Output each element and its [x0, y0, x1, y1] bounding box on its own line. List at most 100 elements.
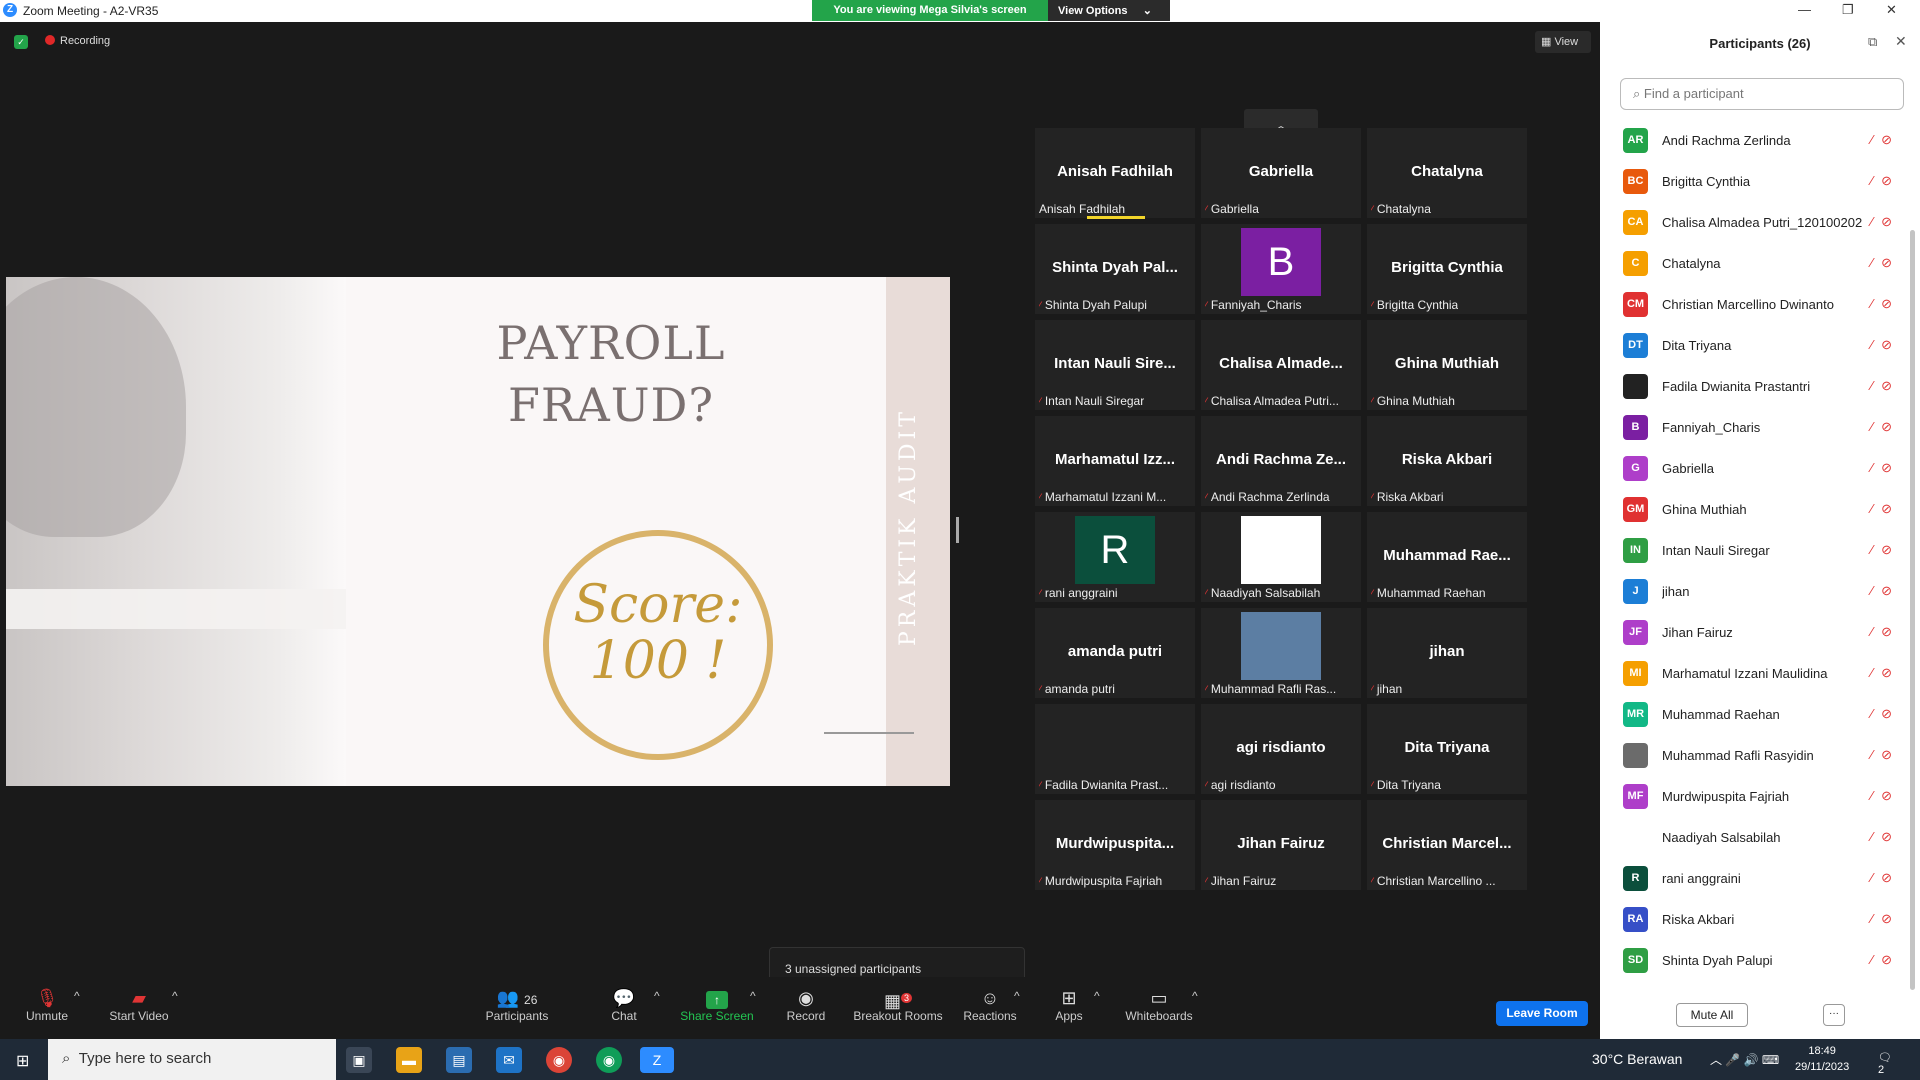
participant-row[interactable]: AR Andi Rachma Zerlinda ⁄⊘ [1600, 120, 1910, 161]
recording-indicator[interactable]: Recording [45, 35, 110, 47]
video-tile[interactable]: jihan ⁄ jihan [1367, 608, 1527, 698]
splitter-handle[interactable] [956, 517, 959, 543]
more-options-button[interactable]: ··· [1823, 1004, 1845, 1026]
video-tile[interactable]: B ⁄ Fanniyah_Charis [1201, 224, 1361, 314]
unmute-button[interactable]: 🎙 Unmute [22, 987, 72, 1023]
participant-name: Riska Akbari [1662, 912, 1735, 927]
video-tile[interactable]: Chalisa Almade... ⁄ Chalisa Almadea Putri.… [1201, 320, 1361, 410]
participant-row[interactable]: IN Intan Nauli Siregar ⁄⊘ [1600, 530, 1910, 571]
chrome-profile-icon[interactable]: ◉ [596, 1047, 622, 1073]
video-tile[interactable]: ⁄ Fadila Dwianita Prast... [1035, 704, 1195, 794]
task-view-icon[interactable]: ▣ [346, 1047, 372, 1073]
encryption-shield-icon[interactable]: ✓ [14, 35, 28, 49]
reactions-options-caret[interactable]: ^ [1014, 989, 1020, 1003]
record-button[interactable]: ◉ Record [784, 987, 828, 1023]
participant-row[interactable]: SD Shinta Dyah Palupi ⁄⊘ [1600, 940, 1910, 981]
zoom-app-icon[interactable]: Z [640, 1047, 674, 1073]
tile-name-label: ⁄ Intan Nauli Siregar [1039, 394, 1144, 408]
participant-row[interactable]: Rrani anggraini ⁄⊘ [1600, 858, 1910, 899]
apps-label: Apps [1055, 1009, 1083, 1023]
leave-room-button[interactable]: Leave Room [1496, 1001, 1588, 1026]
minimize-button[interactable]: — [1798, 2, 1811, 17]
video-tile[interactable]: ⁄ Naadiyah Salsabilah [1201, 512, 1361, 602]
tile-name-label: ⁄ Ghina Muthiah [1371, 394, 1455, 408]
video-tile[interactable]: Anisah Fadhilah Anisah Fadhilah [1035, 128, 1195, 219]
chat-options-caret[interactable]: ^ [654, 989, 660, 1003]
video-tile[interactable]: R ⁄ rani anggraini [1035, 512, 1195, 602]
video-tile[interactable]: ⁄ Muhammad Rafli Ras... [1201, 608, 1361, 698]
whiteboards-button[interactable]: ▭ Whiteboards [1124, 987, 1194, 1023]
apps-button[interactable]: ⊞ Apps [1052, 987, 1086, 1023]
video-tile[interactable]: Andi Rachma Ze... ⁄ Andi Rachma Zerlinda [1201, 416, 1361, 506]
muted-status-icon: ⁄⊘ [1870, 173, 1900, 188]
video-tile[interactable]: amanda putri ⁄ amanda putri [1035, 608, 1195, 698]
mute-all-button[interactable]: Mute All [1676, 1003, 1748, 1027]
participant-avatar: AR [1623, 128, 1648, 153]
participant-row[interactable]: GM Ghina Muthiah ⁄⊘ [1600, 489, 1910, 530]
start-video-button[interactable]: ▰ Start Video [104, 987, 174, 1023]
video-options-caret[interactable]: ^ [172, 989, 178, 1003]
participant-row[interactable]: BC Brigitta Cynthia ⁄⊘ [1600, 161, 1910, 202]
view-options-button[interactable]: View Options ⌄ [1048, 0, 1170, 21]
video-tile[interactable]: agi risdianto ⁄ agi risdianto [1201, 704, 1361, 794]
close-window-button[interactable]: ✕ [1886, 2, 1897, 18]
share-screen-button[interactable]: ↑ Share Screen [680, 987, 754, 1023]
video-tile[interactable]: Shinta Dyah Pal... ⁄ Shinta Dyah Palupi [1035, 224, 1195, 314]
video-tile[interactable]: Brigitta Cynthia ⁄ Brigitta Cynthia [1367, 224, 1527, 314]
participant-row[interactable]: CM Christian Marcellino Dwinanto ⁄⊘ [1600, 284, 1910, 325]
video-tile[interactable]: Intan Nauli Sire... ⁄ Intan Nauli Siregar [1035, 320, 1195, 410]
muted-status-icon: ⁄⊘ [1870, 665, 1900, 680]
participant-row[interactable]: MF Murdwipuspita Fajriah ⁄⊘ [1600, 776, 1910, 817]
video-tile[interactable]: Murdwipuspita... ⁄ Murdwipuspita Fajriah [1035, 800, 1195, 890]
participant-row[interactable]: JF Jihan Fairuz ⁄⊘ [1600, 612, 1910, 653]
participant-row[interactable]: MR Muhammad Raehan ⁄⊘ [1600, 694, 1910, 735]
participant-row[interactable]: Jjihan ⁄⊘ [1600, 571, 1910, 612]
tile-name-label: ⁄ Muhammad Raehan [1371, 586, 1486, 600]
reactions-button[interactable]: ☺ Reactions [962, 987, 1018, 1023]
file-explorer-icon[interactable]: ▬ [396, 1047, 422, 1073]
tray-icons[interactable]: ︿ 🎤 🔊 ⌨ [1710, 1051, 1779, 1068]
video-tile[interactable]: Christian Marcel... ⁄ Christian Marcellino… [1367, 800, 1527, 890]
participant-row[interactable]: Muhammad Rafli Rasyidin ⁄⊘ [1600, 735, 1910, 776]
video-tile[interactable]: Marhamatul Izz... ⁄ Marhamatul Izzani M... [1035, 416, 1195, 506]
close-icon[interactable]: ✕ [1895, 33, 1907, 50]
video-tile[interactable]: Dita Triyana ⁄ Dita Triyana [1367, 704, 1527, 794]
chat-button[interactable]: 💬 Chat [604, 987, 644, 1023]
video-tile[interactable]: Muhammad Rae... ⁄ Muhammad Raehan [1367, 512, 1527, 602]
tile-display-name: Riska Akbari [1401, 451, 1493, 468]
taskbar-clock[interactable]: 18:49 29/11/2023 [1795, 1043, 1849, 1075]
participant-list-scrollbar[interactable] [1910, 230, 1915, 990]
windows-start-icon[interactable]: ⊞ [16, 1051, 29, 1071]
weather-widget[interactable]: 30°C Berawan [1592, 1051, 1682, 1067]
unmute-label: Unmute [25, 1009, 69, 1023]
video-tile[interactable]: Ghina Muthiah ⁄ Ghina Muthiah [1367, 320, 1527, 410]
chrome-icon[interactable]: ◉ [546, 1047, 572, 1073]
participants-button[interactable]: 👥 26 Participants [482, 987, 552, 1023]
participant-row[interactable]: Fadila Dwianita Prastantri ⁄⊘ [1600, 366, 1910, 407]
participant-row[interactable]: G Gabriella ⁄⊘ [1600, 448, 1910, 489]
store-icon[interactable]: ▤ [446, 1047, 472, 1073]
participant-row[interactable]: DT Dita Triyana ⁄⊘ [1600, 325, 1910, 366]
participant-row[interactable]: Naadiyah Salsabilah ⁄⊘ [1600, 817, 1910, 858]
breakout-rooms-button[interactable]: ▦ 3 Breakout Rooms [852, 987, 944, 1023]
participant-row[interactable]: RA Riska Akbari ⁄⊘ [1600, 899, 1910, 940]
video-tile[interactable]: Jihan Fairuz ⁄ Jihan Fairuz [1201, 800, 1361, 890]
participant-row[interactable]: CA Chalisa Almadea Putri_1201002028 ⁄⊘ [1600, 202, 1910, 243]
participant-search-input[interactable]: ⌕ Find a participant [1620, 78, 1904, 110]
taskbar-search-box[interactable]: ⌕ Type here to search [48, 1039, 336, 1080]
notification-icon[interactable]: 🗨2 [1878, 1051, 1892, 1076]
video-tile[interactable]: Chatalyna ⁄ Chatalyna [1367, 128, 1527, 218]
whiteboards-options-caret[interactable]: ^ [1192, 989, 1198, 1003]
participant-row[interactable]: B Fanniyah_Charis ⁄⊘ [1600, 407, 1910, 448]
video-tile[interactable]: Gabriella ⁄ Gabriella [1201, 128, 1361, 218]
video-tile[interactable]: Riska Akbari ⁄ Riska Akbari [1367, 416, 1527, 506]
popout-icon[interactable]: ⧉ [1868, 34, 1877, 50]
mail-icon[interactable]: ✉ [496, 1047, 522, 1073]
restore-button[interactable]: ❐ [1842, 2, 1854, 18]
participant-row[interactable]: C Chatalyna ⁄⊘ [1600, 243, 1910, 284]
participant-row[interactable]: MI Marhamatul Izzani Maulidina ⁄⊘ [1600, 653, 1910, 694]
audio-options-caret[interactable]: ^ [74, 989, 80, 1003]
share-options-caret[interactable]: ^ [750, 989, 756, 1003]
apps-options-caret[interactable]: ^ [1094, 989, 1100, 1003]
view-button[interactable]: ▦ View [1535, 31, 1591, 53]
